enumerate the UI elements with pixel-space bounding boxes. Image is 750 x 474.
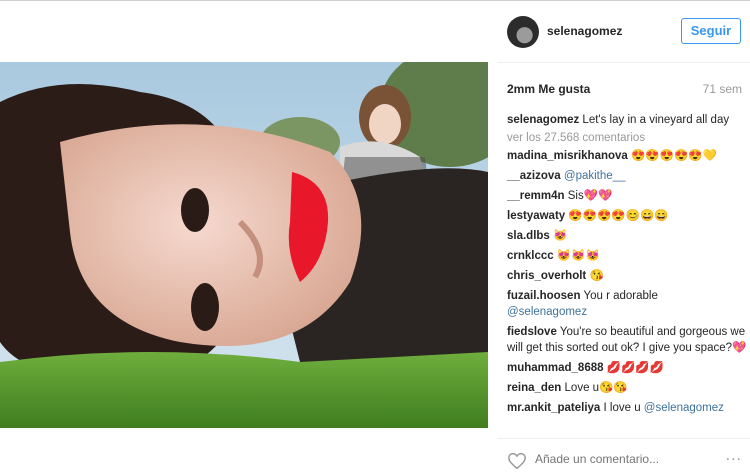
list-item: crnklccc 😻😻😻: [507, 248, 747, 264]
add-comment-input[interactable]: [535, 452, 685, 466]
view-all-comments-link[interactable]: ver los 27.568 comentarios: [507, 132, 747, 144]
comment-username[interactable]: fuzail.hoosen: [507, 290, 580, 302]
comment-mention[interactable]: @selenagomez: [641, 402, 724, 414]
list-item: muhammad_8688 💋💋💋💋: [507, 360, 747, 376]
comment-text: 😻: [549, 230, 568, 242]
comment-footer: ...: [497, 438, 750, 474]
post-author-username[interactable]: selenagomez: [547, 24, 622, 38]
heart-outline-icon[interactable]: [507, 452, 527, 470]
likes-count[interactable]: 2mm Me gusta: [507, 82, 590, 96]
selfie-illustration: [0, 62, 488, 428]
comment-username[interactable]: madina_misrikhanova: [507, 150, 628, 162]
comment-username[interactable]: reina_den: [507, 382, 561, 394]
comment-text: Sis💖💖: [564, 190, 613, 202]
comment-username[interactable]: muhammad_8688: [507, 362, 604, 374]
comment-username[interactable]: crnklccc: [507, 250, 554, 262]
comment-username[interactable]: __azizova: [507, 170, 561, 182]
post-age[interactable]: 71 sem: [703, 82, 742, 96]
list-item: sla.dlbs 😻: [507, 228, 747, 244]
comment-text: 😍😍😍😍😊😄😄: [565, 210, 669, 222]
comment-username[interactable]: __remm4n: [507, 190, 565, 202]
follow-button[interactable]: Seguir: [681, 18, 741, 44]
comments-list: selenagomez Let's lay in a vineyard all …: [507, 112, 747, 437]
comment-mention[interactable]: @selenagomez: [507, 306, 587, 318]
comment-username[interactable]: lestyawaty: [507, 210, 565, 222]
caption-text: Let's lay in a vineyard all day: [579, 114, 730, 126]
comment-username[interactable]: sla.dlbs: [507, 230, 550, 242]
comment-text: 😻😻😻: [553, 250, 600, 262]
comment-text: 😍😍😍😍😍💛: [627, 150, 717, 162]
list-item: reina_den Love u😘😘: [507, 380, 747, 396]
comment-text: I love u: [600, 402, 641, 414]
comment-text: You r adorable: [580, 290, 658, 302]
comment-text: 😘: [586, 270, 604, 282]
list-item: lestyawaty 😍😍😍😍😊😄😄: [507, 208, 747, 224]
caption-username[interactable]: selenagomez: [507, 114, 579, 126]
comment-mention[interactable]: @pakithe__: [561, 170, 626, 182]
profile-avatar[interactable]: [507, 16, 539, 48]
list-item: __azizova @pakithe__: [507, 168, 747, 184]
comment-username[interactable]: fiedslove: [507, 326, 557, 338]
comment-username[interactable]: mr.ankit_pateliya: [507, 402, 600, 414]
more-options-icon[interactable]: ...: [726, 447, 742, 465]
post-photo[interactable]: [0, 62, 488, 428]
caption: selenagomez Let's lay in a vineyard all …: [507, 112, 747, 128]
list-item: fiedslove You're so beautiful and gorgeo…: [507, 324, 747, 356]
post-header: selenagomez Seguir: [497, 0, 750, 63]
list-item: fuzail.hoosen You r adorable @selenagomez: [507, 288, 747, 320]
list-item: chris_overholt 😘: [507, 268, 747, 284]
comment-username[interactable]: chris_overholt: [507, 270, 586, 282]
comment-text: 💋💋💋💋: [603, 362, 665, 374]
list-item: mr.ankit_pateliya I love u @selenagomez: [507, 400, 747, 416]
list-item: madina_misrikhanova 😍😍😍😍😍💛: [507, 148, 747, 164]
post-details-panel: selenagomez Seguir 2mm Me gusta 71 sem s…: [497, 0, 750, 473]
list-item: __remm4n Sis💖💖: [507, 188, 747, 204]
comment-text: Love u😘😘: [561, 382, 628, 394]
